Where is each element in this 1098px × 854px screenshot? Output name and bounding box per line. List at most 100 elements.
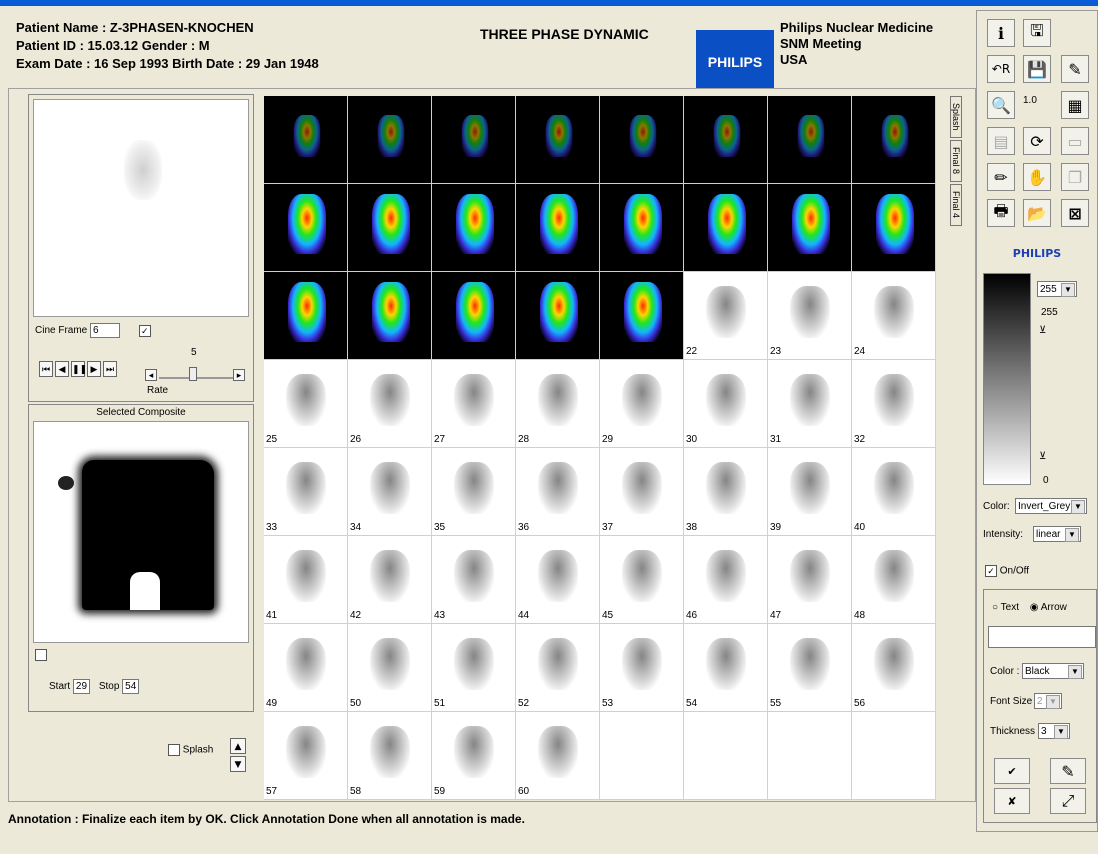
frame-thumbnail[interactable]: 57 <box>264 712 348 800</box>
annotation-done-icon[interactable]: ✘ <box>994 788 1030 814</box>
prev-frame-button[interactable]: ◀ <box>55 361 69 377</box>
tab-final-4[interactable]: Final 4 <box>950 184 962 226</box>
frame-thumbnail[interactable]: 59 <box>432 712 516 800</box>
frame-thumbnail[interactable] <box>600 272 684 360</box>
start-input[interactable]: 29 <box>72 679 91 694</box>
pencil-icon[interactable]: ✏ <box>987 163 1015 191</box>
frame-thumbnail[interactable] <box>432 96 516 184</box>
folder-icon[interactable]: 📂 <box>1023 199 1051 227</box>
text-radio[interactable]: ○ <box>992 602 998 613</box>
syringe-icon[interactable]: ✎ <box>1061 55 1089 83</box>
frame-thumbnail[interactable] <box>516 184 600 272</box>
frame-thumbnail[interactable]: 48 <box>852 536 936 624</box>
frame-thumbnail[interactable] <box>852 96 936 184</box>
annotation-color-select[interactable]: Black ▼ <box>1022 663 1084 679</box>
frame-thumbnail[interactable]: 46 <box>684 536 768 624</box>
frame-thumbnail[interactable]: 55 <box>768 624 852 712</box>
frame-thumbnail[interactable]: 39 <box>768 448 852 536</box>
frame-thumbnail[interactable] <box>768 184 852 272</box>
frame-thumbnail[interactable]: 44 <box>516 536 600 624</box>
frame-thumbnail[interactable]: 58 <box>348 712 432 800</box>
frame-thumbnail[interactable]: 32 <box>852 360 936 448</box>
annotation-text-input[interactable] <box>988 626 1096 648</box>
cine-frame-input[interactable]: 6 <box>90 323 121 338</box>
frame-thumbnail[interactable] <box>348 272 432 360</box>
intensity-select[interactable]: linear ▼ <box>1033 526 1081 542</box>
pause-button[interactable]: ❚❚ <box>71 361 87 377</box>
save-screen-icon[interactable]: 🖫 <box>1023 19 1051 47</box>
frame-thumbnail[interactable]: 41 <box>264 536 348 624</box>
frame-thumbnail[interactable]: 23 <box>768 272 852 360</box>
frame-thumbnail[interactable]: 53 <box>600 624 684 712</box>
frame-thumbnail[interactable] <box>684 184 768 272</box>
rate-slider-thumb[interactable] <box>189 367 197 381</box>
rotate-r-icon[interactable]: ↶R <box>987 55 1015 83</box>
frame-thumbnail[interactable]: 24 <box>852 272 936 360</box>
scroll-up-button[interactable]: ▲ <box>230 738 246 754</box>
composite-checkbox[interactable] <box>35 649 47 661</box>
cine-checkbox[interactable]: ✓ <box>138 324 151 337</box>
frame-thumbnail[interactable]: 33 <box>264 448 348 536</box>
info-icon[interactable]: ℹ <box>987 19 1015 47</box>
last-frame-button[interactable]: ⏭ <box>103 361 117 377</box>
frame-thumbnail[interactable]: 60 <box>516 712 600 800</box>
rate-right-arrow[interactable]: ▸ <box>233 369 245 381</box>
tab-final-8[interactable]: Final 8 <box>950 140 962 182</box>
splash-checkbox[interactable] <box>168 744 180 756</box>
frame-thumbnail[interactable]: 38 <box>684 448 768 536</box>
frame-thumbnail[interactable]: 56 <box>852 624 936 712</box>
stop-input[interactable]: 54 <box>122 679 140 694</box>
frame-thumbnail[interactable] <box>264 96 348 184</box>
upper-marker-icon[interactable]: ⊻ <box>1039 325 1046 336</box>
frame-thumbnail[interactable]: 30 <box>684 360 768 448</box>
annotation-ok-icon[interactable]: ✔ <box>994 758 1030 784</box>
zoom-icon[interactable]: 🔍 <box>987 91 1015 119</box>
color-map-select[interactable]: Invert_Grey ▼ <box>1015 498 1087 514</box>
frame-thumbnail[interactable]: 29 <box>600 360 684 448</box>
frame-thumbnail[interactable] <box>348 96 432 184</box>
refresh-icon[interactable]: ⟳ <box>1023 127 1051 155</box>
frame-thumbnail[interactable] <box>768 96 852 184</box>
frame-thumbnail[interactable] <box>516 272 600 360</box>
frame-thumbnail[interactable]: 26 <box>348 360 432 448</box>
frame-thumbnail[interactable]: 47 <box>768 536 852 624</box>
frame-thumbnail[interactable]: 49 <box>264 624 348 712</box>
frame-thumbnail[interactable]: 25 <box>264 360 348 448</box>
thickness-select[interactable]: 3 ▼ <box>1038 723 1070 739</box>
frame-thumbnail[interactable]: 35 <box>432 448 516 536</box>
annotation-erase-icon[interactable]: ✎ <box>1050 758 1086 784</box>
onoff-checkbox[interactable]: ✓ <box>985 565 997 577</box>
level-select[interactable]: 255 ▼ <box>1037 281 1077 297</box>
first-frame-button[interactable]: ⏮ <box>39 361 53 377</box>
frame-thumbnail[interactable] <box>348 184 432 272</box>
frame-thumbnail[interactable] <box>516 96 600 184</box>
print-icon[interactable]: 🖶 <box>987 199 1015 227</box>
frame-thumbnail[interactable]: 34 <box>348 448 432 536</box>
frame-thumbnail[interactable]: 40 <box>852 448 936 536</box>
frame-thumbnail[interactable] <box>432 184 516 272</box>
frame-thumbnail[interactable] <box>264 272 348 360</box>
play-button[interactable]: ▶ <box>87 361 101 377</box>
frame-thumbnail[interactable]: 37 <box>600 448 684 536</box>
frame-thumbnail[interactable]: 43 <box>432 536 516 624</box>
frame-thumbnail[interactable]: 27 <box>432 360 516 448</box>
tab-splash[interactable]: Splash <box>950 96 962 138</box>
lower-marker-icon[interactable]: ⊻ <box>1039 451 1046 462</box>
rate-left-arrow[interactable]: ◂ <box>145 369 157 381</box>
frame-thumbnail[interactable]: 22 <box>684 272 768 360</box>
frame-thumbnail[interactable] <box>432 272 516 360</box>
arrow-radio[interactable]: ◉ <box>1030 602 1039 613</box>
scroll-down-button[interactable]: ▼ <box>230 756 246 772</box>
frame-thumbnail[interactable] <box>600 96 684 184</box>
frame-thumbnail[interactable]: 45 <box>600 536 684 624</box>
frame-thumbnail[interactable] <box>852 184 936 272</box>
frame-thumbnail[interactable]: 31 <box>768 360 852 448</box>
frame-thumbnail[interactable] <box>600 184 684 272</box>
frame-thumbnail[interactable]: 36 <box>516 448 600 536</box>
frame-thumbnail[interactable]: 52 <box>516 624 600 712</box>
close-icon[interactable]: ⊠ <box>1061 199 1089 227</box>
frame-thumbnail[interactable]: 51 <box>432 624 516 712</box>
frame-thumbnail[interactable] <box>684 96 768 184</box>
frame-thumbnail[interactable]: 42 <box>348 536 432 624</box>
image-tool-icon[interactable]: ▦ <box>1061 91 1089 119</box>
